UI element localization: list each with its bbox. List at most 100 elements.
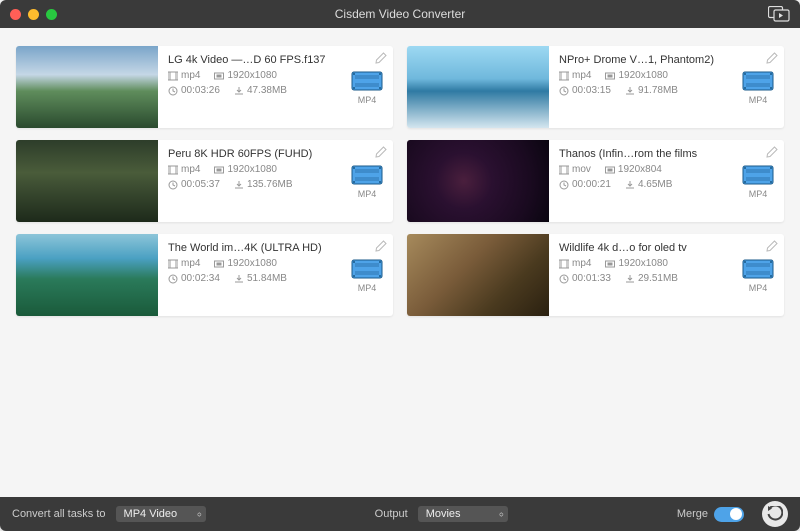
video-thumbnail — [16, 140, 158, 222]
resolution-icon — [605, 71, 615, 81]
mp4-icon — [351, 69, 383, 93]
edit-button[interactable] — [766, 146, 778, 158]
video-card[interactable]: LG 4k Video —…D 60 FPS.f137 mp4 1920x108… — [16, 46, 393, 128]
video-thumbnail — [407, 140, 549, 222]
video-card[interactable]: Peru 8K HDR 60FPS (FUHD) mp4 1920x1080 0… — [16, 140, 393, 222]
filesize-icon — [625, 180, 635, 190]
minimize-window-button[interactable] — [28, 9, 39, 20]
film-icon — [168, 259, 178, 269]
video-resolution: 1920x1080 — [227, 258, 277, 269]
toggle-knob — [730, 508, 742, 520]
video-title: NPro+ Drome V…1, Phantom2) — [559, 54, 730, 66]
video-thumbnail — [16, 234, 158, 316]
clock-icon — [559, 180, 569, 190]
clock-icon — [559, 274, 569, 284]
video-format: mov — [572, 164, 591, 175]
edit-button[interactable] — [375, 146, 387, 158]
edit-button[interactable] — [375, 52, 387, 64]
video-format: mp4 — [181, 70, 200, 81]
titlebar: Cisdem Video Converter — [0, 0, 800, 28]
edit-button[interactable] — [766, 52, 778, 64]
filesize-icon — [234, 86, 244, 96]
video-list-area: LG 4k Video —…D 60 FPS.f137 mp4 1920x108… — [0, 28, 800, 497]
video-filesize: 135.76MB — [247, 179, 293, 190]
video-card[interactable]: The World im…4K (ULTRA HD) mp4 1920x1080… — [16, 234, 393, 316]
output-format-label: MP4 — [749, 283, 768, 293]
video-card[interactable]: NPro+ Drome V…1, Phantom2) mp4 1920x1080… — [407, 46, 784, 128]
media-library-button[interactable] — [768, 6, 790, 22]
video-duration: 00:00:21 — [572, 179, 611, 190]
video-title: Wildlife 4k d…o for oled tv — [559, 242, 730, 254]
resolution-icon — [214, 259, 224, 269]
video-duration: 00:03:15 — [572, 85, 611, 96]
window-controls — [10, 9, 57, 20]
video-card[interactable]: Wildlife 4k d…o for oled tv mp4 1920x108… — [407, 234, 784, 316]
maximize-window-button[interactable] — [46, 9, 57, 20]
output-format-label: MP4 — [358, 189, 377, 199]
video-duration: 00:02:34 — [181, 273, 220, 284]
video-duration: 00:05:37 — [181, 179, 220, 190]
merge-toggle[interactable] — [714, 507, 744, 522]
video-thumbnail — [16, 46, 158, 128]
video-card[interactable]: Thanos (Infin…rom the films mov 1920x804… — [407, 140, 784, 222]
film-icon — [168, 165, 178, 175]
video-duration: 00:03:26 — [181, 85, 220, 96]
edit-button[interactable] — [766, 240, 778, 252]
footer-bar: Convert all tasks to MP4 Video Output Mo… — [0, 497, 800, 531]
video-resolution: 1920x1080 — [618, 258, 668, 269]
clock-icon — [168, 86, 178, 96]
app-title: Cisdem Video Converter — [0, 7, 800, 21]
video-resolution: 1920x804 — [618, 164, 662, 175]
resolution-icon — [214, 71, 224, 81]
video-thumbnail — [407, 234, 549, 316]
video-resolution: 1920x1080 — [227, 164, 277, 175]
output-format-label: MP4 — [358, 283, 377, 293]
video-duration: 00:01:33 — [572, 273, 611, 284]
video-filesize: 91.78MB — [638, 85, 678, 96]
output-format-label: MP4 — [358, 95, 377, 105]
video-format: mp4 — [572, 70, 591, 81]
film-icon — [559, 71, 569, 81]
video-format: mp4 — [572, 258, 591, 269]
output-folder-select[interactable]: Movies — [418, 506, 508, 522]
convert-format-select[interactable]: MP4 Video — [116, 506, 206, 522]
start-convert-button[interactable] — [762, 501, 788, 527]
video-title: The World im…4K (ULTRA HD) — [168, 242, 339, 254]
edit-button[interactable] — [375, 240, 387, 252]
video-resolution: 1920x1080 — [618, 70, 668, 81]
video-info: LG 4k Video —…D 60 FPS.f137 mp4 1920x108… — [158, 46, 345, 128]
resolution-icon — [605, 165, 615, 175]
clock-icon — [168, 180, 178, 190]
convert-format-value: MP4 Video — [124, 508, 178, 520]
film-icon — [168, 71, 178, 81]
video-resolution: 1920x1080 — [227, 70, 277, 81]
output-folder-value: Movies — [426, 508, 461, 520]
filesize-icon — [234, 180, 244, 190]
video-info: Thanos (Infin…rom the films mov 1920x804… — [549, 140, 736, 222]
mp4-icon — [742, 257, 774, 281]
output-label: Output — [375, 508, 408, 520]
video-grid: LG 4k Video —…D 60 FPS.f137 mp4 1920x108… — [16, 46, 784, 316]
filesize-icon — [625, 86, 635, 96]
video-title: LG 4k Video —…D 60 FPS.f137 — [168, 54, 339, 66]
video-format: mp4 — [181, 258, 200, 269]
filesize-icon — [625, 274, 635, 284]
video-filesize: 4.65MB — [638, 179, 672, 190]
resolution-icon — [214, 165, 224, 175]
film-icon — [559, 259, 569, 269]
close-window-button[interactable] — [10, 9, 21, 20]
video-format: mp4 — [181, 164, 200, 175]
mp4-icon — [742, 163, 774, 187]
resolution-icon — [605, 259, 615, 269]
mp4-icon — [351, 163, 383, 187]
merge-label: Merge — [677, 508, 708, 520]
video-thumbnail — [407, 46, 549, 128]
video-title: Thanos (Infin…rom the films — [559, 148, 730, 160]
mp4-icon — [742, 69, 774, 93]
video-filesize: 47.38MB — [247, 85, 287, 96]
output-format-label: MP4 — [749, 189, 768, 199]
clock-icon — [168, 274, 178, 284]
video-info: Peru 8K HDR 60FPS (FUHD) mp4 1920x1080 0… — [158, 140, 345, 222]
mp4-icon — [351, 257, 383, 281]
video-info: The World im…4K (ULTRA HD) mp4 1920x1080… — [158, 234, 345, 316]
